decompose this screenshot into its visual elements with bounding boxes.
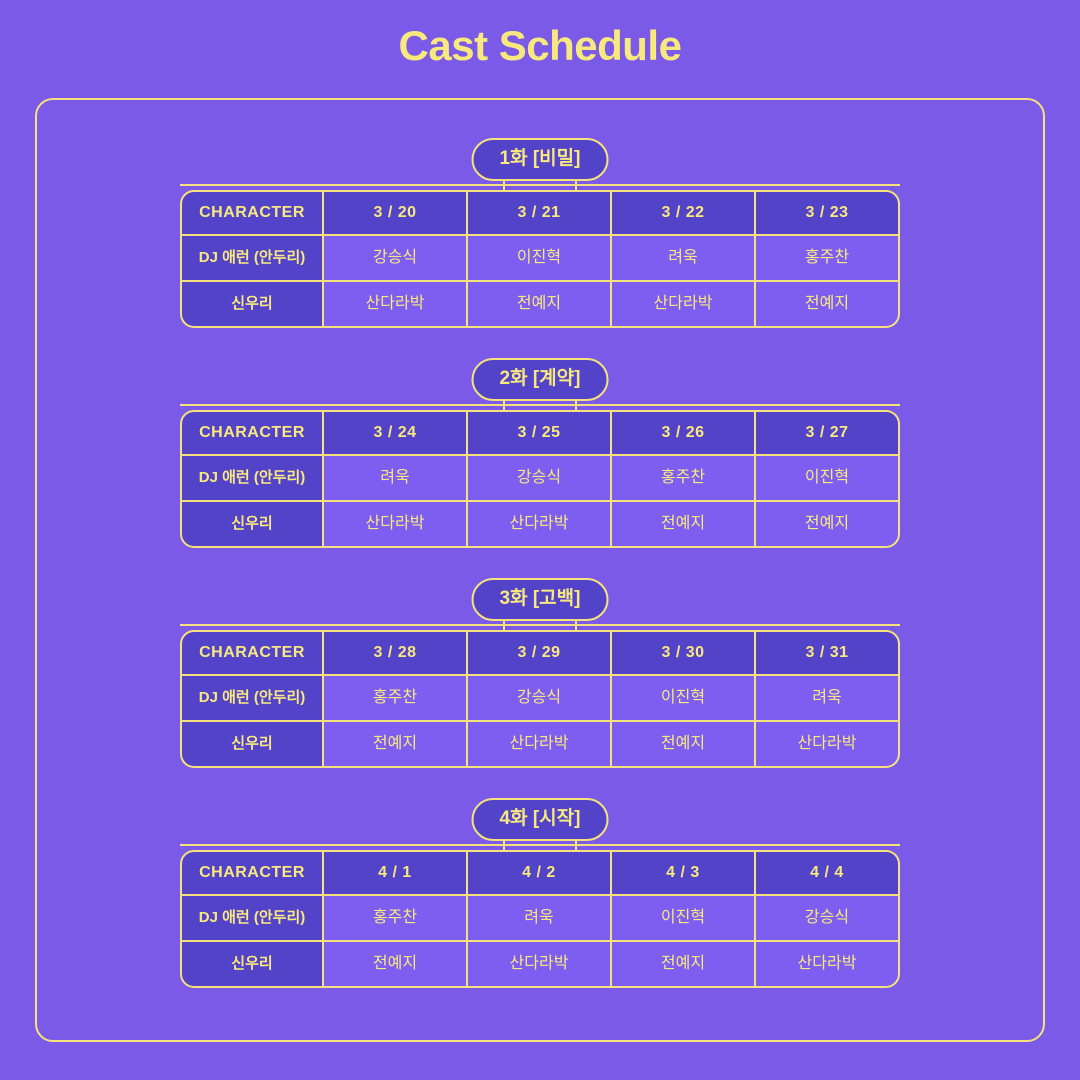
schedule-table: CHARACTER 4 / 1 4 / 2 4 / 3 4 / 4 DJ 애런 … (180, 850, 900, 988)
schedule-table: CHARACTER 3 / 28 3 / 29 3 / 30 3 / 31 DJ… (180, 630, 900, 768)
character-name: DJ 애런 (안두리) (180, 456, 324, 502)
date-header: 4 / 1 (324, 850, 468, 896)
episode-badge[interactable]: 2화 [계약] (471, 358, 609, 401)
cast-cell: 려욱 (324, 456, 468, 502)
date-header: 3 / 28 (324, 630, 468, 676)
date-header: 3 / 26 (612, 410, 756, 456)
cast-cell: 이진혁 (612, 896, 756, 942)
date-header: 3 / 24 (324, 410, 468, 456)
table-header-row: CHARACTER 3 / 28 3 / 29 3 / 30 3 / 31 (180, 630, 900, 676)
date-header: 4 / 2 (468, 850, 612, 896)
cast-cell: 려욱 (612, 236, 756, 282)
cast-cell: 전예지 (612, 722, 756, 768)
cast-cell: 산다라박 (756, 722, 900, 768)
cast-cell: 전예지 (612, 942, 756, 988)
cast-cell: 이진혁 (756, 456, 900, 502)
table-row: DJ 애런 (안두리) 강승식 이진혁 려욱 홍주찬 (180, 236, 900, 282)
cast-cell: 홍주찬 (324, 896, 468, 942)
date-header: 3 / 30 (612, 630, 756, 676)
schedule-table: CHARACTER 3 / 20 3 / 21 3 / 22 3 / 23 DJ… (180, 190, 900, 328)
connector-rail (180, 624, 900, 626)
date-header: 3 / 22 (612, 190, 756, 236)
table-row: DJ 애런 (안두리) 려욱 강승식 홍주찬 이진혁 (180, 456, 900, 502)
cast-cell: 산다라박 (324, 502, 468, 548)
character-name: 신우리 (180, 722, 324, 768)
character-header: CHARACTER (180, 190, 324, 236)
table-row: 신우리 산다라박 전예지 산다라박 전예지 (180, 282, 900, 328)
character-name: 신우리 (180, 502, 324, 548)
character-header: CHARACTER (180, 410, 324, 456)
cast-cell: 이진혁 (612, 676, 756, 722)
date-header: 4 / 4 (756, 850, 900, 896)
character-header: CHARACTER (180, 850, 324, 896)
table-header-row: CHARACTER 3 / 24 3 / 25 3 / 26 3 / 27 (180, 410, 900, 456)
date-header: 3 / 27 (756, 410, 900, 456)
episode-badge[interactable]: 4화 [시작] (471, 798, 609, 841)
episode-badge[interactable]: 1화 [비밀] (471, 138, 609, 181)
cast-cell: 산다라박 (468, 942, 612, 988)
date-header: 3 / 23 (756, 190, 900, 236)
character-header: CHARACTER (180, 630, 324, 676)
date-header: 3 / 25 (468, 410, 612, 456)
cast-cell: 산다라박 (468, 502, 612, 548)
cast-cell: 강승식 (468, 456, 612, 502)
table-row: DJ 애런 (안두리) 홍주찬 려욱 이진혁 강승식 (180, 896, 900, 942)
cast-cell: 전예지 (324, 722, 468, 768)
cast-cell: 강승식 (324, 236, 468, 282)
connector-rail (180, 844, 900, 846)
cast-cell: 려욱 (756, 676, 900, 722)
connector-rail (180, 404, 900, 406)
cast-cell: 전예지 (756, 282, 900, 328)
episode-badge[interactable]: 3화 [고백] (471, 578, 609, 621)
cast-cell: 홍주찬 (612, 456, 756, 502)
cast-cell: 산다라박 (756, 942, 900, 988)
table-row: 신우리 전예지 산다라박 전예지 산다라박 (180, 722, 900, 768)
character-name: DJ 애런 (안두리) (180, 236, 324, 282)
cast-cell: 이진혁 (468, 236, 612, 282)
table-header-row: CHARACTER 3 / 20 3 / 21 3 / 22 3 / 23 (180, 190, 900, 236)
date-header: 3 / 31 (756, 630, 900, 676)
table-row: 신우리 산다라박 산다라박 전예지 전예지 (180, 502, 900, 548)
cast-cell: 전예지 (324, 942, 468, 988)
cast-cell: 려욱 (468, 896, 612, 942)
table-row: 신우리 전예지 산다라박 전예지 산다라박 (180, 942, 900, 988)
character-name: 신우리 (180, 942, 324, 988)
cast-cell: 전예지 (756, 502, 900, 548)
character-name: 신우리 (180, 282, 324, 328)
table-header-row: CHARACTER 4 / 1 4 / 2 4 / 3 4 / 4 (180, 850, 900, 896)
character-name: DJ 애런 (안두리) (180, 676, 324, 722)
date-header: 3 / 29 (468, 630, 612, 676)
date-header: 4 / 3 (612, 850, 756, 896)
date-header: 3 / 20 (324, 190, 468, 236)
connector-rail (180, 184, 900, 186)
cast-cell: 전예지 (612, 502, 756, 548)
character-name: DJ 애런 (안두리) (180, 896, 324, 942)
cast-cell: 산다라박 (468, 722, 612, 768)
cast-cell: 산다라박 (612, 282, 756, 328)
table-row: DJ 애런 (안두리) 홍주찬 강승식 이진혁 려욱 (180, 676, 900, 722)
schedule-table: CHARACTER 3 / 24 3 / 25 3 / 26 3 / 27 DJ… (180, 410, 900, 548)
page-title: Cast Schedule (398, 22, 682, 69)
cast-cell: 홍주찬 (324, 676, 468, 722)
cast-cell: 홍주찬 (756, 236, 900, 282)
cast-cell: 강승식 (756, 896, 900, 942)
cast-cell: 강승식 (468, 676, 612, 722)
cast-cell: 산다라박 (324, 282, 468, 328)
date-header: 3 / 21 (468, 190, 612, 236)
cast-cell: 전예지 (468, 282, 612, 328)
